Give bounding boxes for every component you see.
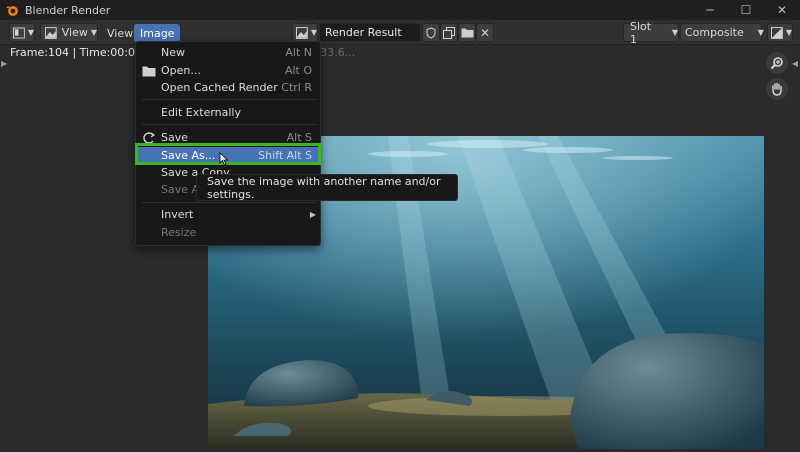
menu-item-label: Open Cached Render [161,81,278,94]
zoom-button[interactable] [766,52,788,74]
sidebar-expand-arrow-icon[interactable]: ◀ [792,59,798,68]
menu-item-label: Open... [161,64,201,77]
image-browse-dropdown[interactable]: ▼ [292,23,318,42]
submenu-arrow-icon: ▶ [309,210,316,219]
save-as-tooltip: Save the image with another name and/or … [196,174,458,201]
layer-dropdown[interactable]: Composite ▼ [680,23,764,42]
mouse-cursor-icon [219,152,229,166]
menu-item-edit-externally[interactable]: Edit Externally [136,104,322,121]
unlink-image-button[interactable]: ✕ [476,23,494,42]
fake-user-button[interactable] [422,23,440,42]
image-editor-header: ▼ View ▼ View Image ▼ Render Result ✕ Sl… [0,20,800,46]
menu-item-label: Resize [161,226,197,239]
view-mode-dropdown[interactable]: View ▼ [40,23,98,42]
window-titlebar: Blender Render ─ ☐ ✕ [0,0,800,20]
editor-type-dropdown[interactable]: ▼ [9,23,35,42]
menu-item-invert[interactable]: Invert ▶ [136,206,322,223]
menu-image[interactable]: Image [134,24,181,42]
menu-item-label: Edit Externally [161,106,242,119]
toolbar-expand-arrow-icon[interactable]: ▶ [1,59,7,68]
image-editor-icon [13,27,25,38]
new-image-button[interactable] [440,23,458,42]
display-channels-icon [771,26,783,39]
fake-user-shield-icon [426,26,436,39]
view-mode-label: View [61,26,88,39]
image-name-field[interactable]: Render Result [319,23,421,42]
image-browse-icon [296,26,308,39]
open-image-button[interactable] [458,23,476,42]
image-viewport[interactable]: ▶ ◀ [0,45,800,452]
menu-item-open[interactable]: Open... Alt O [136,62,322,79]
chevron-down-icon: ▼ [310,28,317,37]
menu-item-shortcut: Ctrl R [281,81,312,94]
image-view-icon [45,26,57,39]
close-icon: ✕ [479,25,491,40]
menu-item-shortcut: Alt N [285,46,312,59]
duplicate-icon [443,26,455,39]
minimize-button[interactable]: ─ [692,0,728,20]
menu-item-new[interactable]: New Alt N [136,44,322,61]
menu-separator [142,124,316,125]
menu-item-label: Invert [161,208,194,221]
zoom-icon [770,57,783,70]
hand-pan-icon [772,82,782,96]
layer-label: Composite [685,26,744,39]
chevron-down-icon: ▼ [90,28,97,37]
pan-button[interactable] [766,78,788,100]
chevron-down-icon: ▼ [27,28,34,37]
blender-logo-icon [6,6,18,16]
menu-item-resize: Resize [136,224,322,241]
open-folder-icon [461,28,473,38]
chevron-down-icon: ▼ [671,28,678,37]
slot-dropdown[interactable]: Slot 1 ▼ [623,20,679,46]
menu-item-label: New [161,46,185,59]
chevron-down-icon: ▼ [757,28,764,37]
menu-item-shortcut: Alt O [284,64,312,77]
window-title: Blender Render [25,3,111,17]
display-channels-dropdown[interactable]: ▼ [767,23,793,42]
save-icon [143,131,156,144]
menu-separator [142,99,316,100]
maximize-button[interactable]: ☐ [728,0,764,20]
chevron-down-icon: ▼ [785,28,792,37]
menu-item-open-cached-render[interactable]: Open Cached Render Ctrl R [136,79,322,96]
open-folder-icon [142,66,156,76]
slot-label: Slot 1 [630,19,652,46]
menu-separator [142,202,316,203]
close-window-button[interactable]: ✕ [764,0,800,20]
